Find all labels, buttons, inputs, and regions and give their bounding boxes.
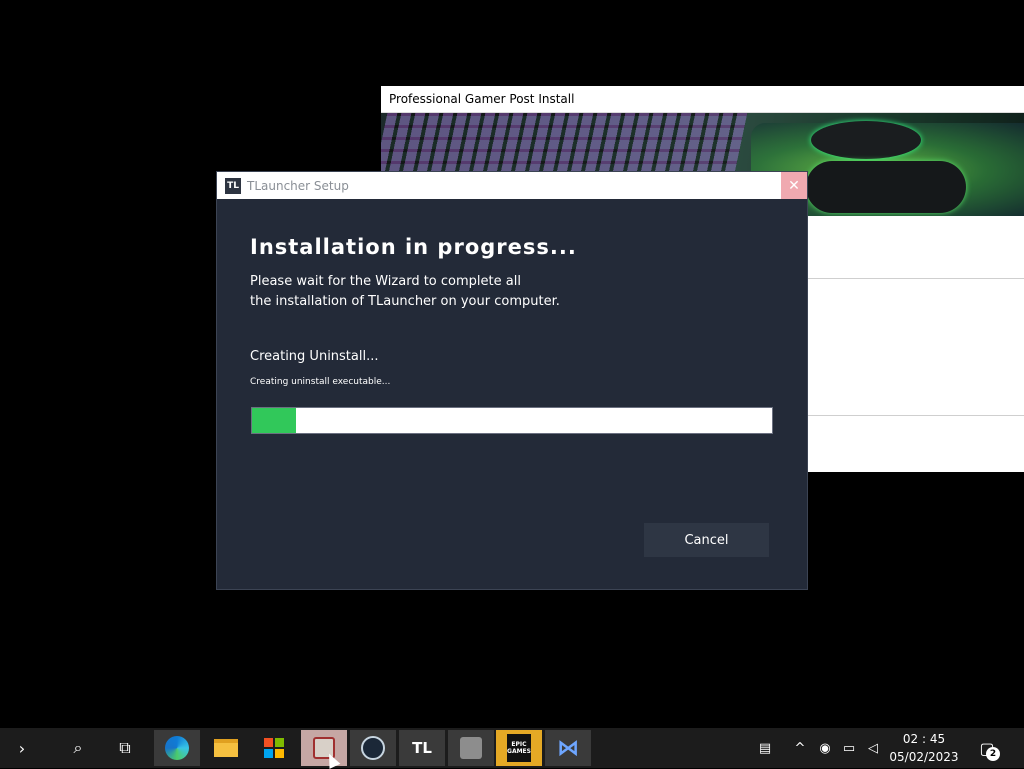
divider: [807, 415, 1024, 416]
description-line: the installation of TLauncher on your co…: [250, 294, 560, 309]
dialog-title: TLauncher Setup: [247, 178, 349, 193]
gamepad-image: [806, 161, 966, 213]
store-button[interactable]: [251, 728, 297, 768]
tlauncher-setup-dialog: TL TLauncher Setup ✕ Installation in pro…: [216, 171, 808, 590]
page-title: Installation in progress...: [250, 235, 577, 259]
microsoft-store-icon: [264, 738, 284, 758]
close-button[interactable]: ✕: [781, 172, 807, 199]
progress-fill: [252, 408, 297, 433]
task-view-icon[interactable]: ⧉: [102, 728, 148, 768]
dialog-titlebar[interactable]: TL TLauncher Setup ✕: [217, 172, 807, 199]
installer-button[interactable]: [301, 730, 347, 766]
tlauncher-icon: TL: [225, 177, 241, 194]
clock-date: 05/02/2023: [889, 750, 959, 764]
tlauncher-button[interactable]: TL: [399, 730, 445, 766]
visual-studio-button[interactable]: ⋈: [545, 730, 591, 766]
description: Please wait for the Wizard to complete a…: [250, 272, 560, 312]
gamer-post-install-title: Professional Gamer Post Install: [381, 86, 1024, 113]
edge-icon: [165, 736, 189, 760]
keyboard-image: [381, 113, 748, 173]
folder-icon: [214, 739, 238, 757]
mouse-image: [811, 121, 921, 159]
clock-time: 02 : 45: [902, 732, 946, 746]
meet-icon[interactable]: ◉: [815, 728, 835, 768]
steam-icon: [361, 736, 385, 760]
start-chevron-icon[interactable]: ›: [0, 728, 44, 768]
substatus-text: Creating uninstall executable...: [250, 377, 391, 387]
status-text: Creating Uninstall...: [250, 349, 379, 364]
file-explorer-button[interactable]: [203, 728, 249, 768]
taskbar: › ⌕ ⧉ TL EPIC GAMES ⋈ ▤ ^ ◉ ▭ ◁ 02 : 45 …: [0, 728, 1024, 768]
progress-bar: [251, 407, 773, 434]
cancel-button[interactable]: Cancel: [644, 523, 769, 557]
network-icon[interactable]: ▭: [838, 728, 860, 768]
search-icon[interactable]: ⌕: [55, 728, 101, 768]
steam-button[interactable]: [350, 730, 396, 766]
news-widget-icon[interactable]: ▤: [750, 728, 780, 768]
epic-games-icon: EPIC GAMES: [507, 734, 531, 762]
notifications-badge: 2: [986, 747, 1000, 761]
divider: [807, 278, 1024, 279]
tray-chevron-icon[interactable]: ^: [790, 728, 810, 768]
description-line: Please wait for the Wizard to complete a…: [250, 274, 521, 289]
visual-studio-icon: ⋈: [557, 735, 579, 761]
tlauncher-task-icon: TL: [412, 739, 432, 757]
generic-app-icon: [460, 737, 482, 759]
epic-games-button[interactable]: EPIC GAMES: [496, 730, 542, 766]
clock[interactable]: 02 : 45 05/02/2023: [888, 730, 960, 766]
app-button[interactable]: [448, 730, 494, 766]
edge-button[interactable]: [154, 730, 200, 766]
desktop: Professional Gamer Post Install TL TLaun…: [0, 0, 1024, 728]
volume-muted-icon[interactable]: ◁: [862, 728, 884, 768]
